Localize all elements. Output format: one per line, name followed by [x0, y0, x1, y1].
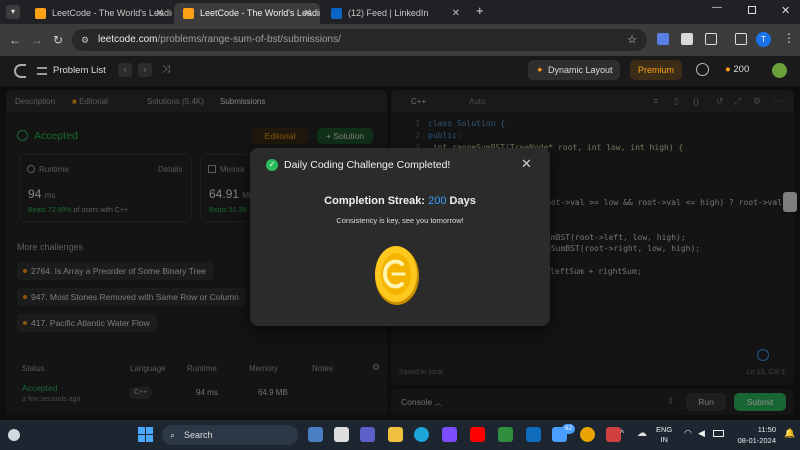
url-host: leetcode.com	[98, 34, 158, 45]
prev-problem-button[interactable]: ‹	[118, 63, 132, 77]
file-explorer-icon[interactable]	[388, 427, 403, 442]
notifications-icon[interactable]: 🔔	[784, 428, 795, 439]
menu-kebab-icon[interactable]: ⋮	[783, 31, 795, 45]
tab-title: (12) Feed | LinkedIn	[348, 8, 429, 18]
bookmark-star-icon[interactable]: ☆	[627, 29, 637, 51]
streak-count: 200	[733, 64, 750, 75]
volume-icon[interactable]: ◀	[698, 428, 705, 439]
search-icon: ⌕	[170, 430, 176, 440]
linkedin-favicon-icon	[331, 8, 342, 19]
browser-tab-linkedin[interactable]: (12) Feed | LinkedIn ✕	[322, 3, 468, 24]
clock-time: 11:50	[757, 425, 776, 434]
side-panel-icon[interactable]	[735, 33, 747, 45]
browser-tab-bar: ▾ LeetCode - The World's Leadin ✕ LeetCo…	[0, 0, 800, 24]
success-check-icon: ✓	[266, 159, 278, 171]
taskbar-app-icon[interactable]	[498, 427, 513, 442]
modal-title: Daily Coding Challenge Completed!	[284, 159, 451, 171]
start-tile	[146, 435, 153, 442]
url-path: /problems/range-sum-of-bst/submissions/	[157, 34, 341, 45]
start-button[interactable]	[138, 427, 153, 442]
modal-close-icon[interactable]: ✕	[521, 156, 532, 172]
mail-icon[interactable]	[526, 427, 541, 442]
start-tile	[146, 427, 153, 434]
streak-unit: Days	[449, 195, 476, 207]
shuffle-icon[interactable]: ⤨	[162, 64, 170, 75]
clock[interactable]: 11:50 08-01-2024	[730, 424, 776, 446]
language-indicator[interactable]: ENG IN	[656, 425, 672, 445]
leetcode-logo-icon[interactable]	[14, 64, 26, 78]
cloud-icon[interactable]: ☁	[637, 428, 647, 439]
next-problem-button[interactable]: ›	[138, 63, 152, 77]
taskbar-app-icon[interactable]	[308, 427, 323, 442]
streak-label: Completion Streak:	[324, 195, 426, 207]
weather-icon[interactable]	[8, 429, 20, 441]
wifi-icon[interactable]: ◠	[684, 428, 692, 439]
taskbar-search[interactable]: ⌕ Search	[162, 425, 298, 445]
taskbar-app-icon[interactable]	[606, 427, 621, 442]
lang-bottom: IN	[660, 435, 668, 444]
tab-list-dropdown-icon[interactable]: ▾	[6, 5, 20, 19]
browser-tab-leetcode-1[interactable]: LeetCode - The World's Leadin ✕	[26, 3, 172, 24]
premium-button[interactable]: Premium	[630, 60, 682, 80]
maximize-icon[interactable]	[748, 6, 756, 14]
back-icon[interactable]: ←	[9, 33, 21, 47]
gold-coin-icon	[375, 246, 419, 305]
profile-avatar[interactable]: T	[756, 32, 771, 47]
dynamic-layout-button[interactable]: ✦ Dynamic Layout	[528, 60, 620, 80]
dynamic-layout-label: Dynamic Layout	[548, 65, 613, 75]
clock-date: 08-01-2024	[737, 436, 776, 445]
close-icon[interactable]: ✕	[304, 3, 312, 24]
edge-icon[interactable]	[414, 427, 429, 442]
lang-top: ENG	[656, 425, 673, 434]
fire-icon: ●	[725, 64, 731, 75]
youtube-icon[interactable]	[470, 427, 485, 442]
windows-taskbar: ⌕ Search 62 ^ ☁ ENG IN ◠ ◀ 11:50 08-01-2…	[0, 420, 800, 450]
reload-icon[interactable]: ↻	[53, 33, 63, 47]
forward-icon[interactable]: →	[31, 33, 43, 47]
start-tile	[138, 435, 145, 442]
leetcode-favicon-icon	[35, 8, 46, 19]
timer-icon[interactable]	[696, 63, 709, 76]
new-tab-icon[interactable]: +	[476, 3, 484, 18]
taskbar-app-icon[interactable]	[442, 427, 457, 442]
extension-icon[interactable]	[681, 33, 693, 45]
chrome-icon[interactable]	[580, 427, 595, 442]
close-icon[interactable]: ✕	[156, 3, 164, 24]
leetcode-header: Problem List ‹ › ⤨ ✦ Dynamic Layout Prem…	[0, 56, 800, 86]
minimize-icon[interactable]: —	[712, 2, 722, 13]
browser-toolbar: ← → ↻ ⚙ leetcode.com/problems/range-sum-…	[0, 24, 800, 56]
problem-list-icon[interactable]	[37, 67, 47, 75]
daily-challenge-modal: ✓ Daily Coding Challenge Completed! ✕ Co…	[250, 148, 550, 326]
tab-title: LeetCode - The World's Leadin	[52, 8, 172, 18]
streak-value: 200	[428, 195, 447, 207]
tab-title: LeetCode - The World's Leadin	[200, 8, 320, 18]
browser-tab-leetcode-2[interactable]: LeetCode - The World's Leadin ✕	[174, 3, 320, 24]
taskbar-app-icon[interactable]	[334, 427, 349, 442]
tray-chevron-icon[interactable]: ^	[620, 428, 624, 438]
notification-badge: 62	[562, 424, 576, 434]
window-close-icon[interactable]: ✕	[781, 4, 790, 17]
taskbar-app-icon[interactable]	[360, 427, 375, 442]
site-info-icon[interactable]: ⚙	[81, 29, 89, 51]
search-label: Search	[184, 430, 213, 440]
extension-icon[interactable]	[657, 33, 669, 45]
modal-message: Consistency is key, see you tomorrow!	[336, 216, 464, 225]
start-tile	[138, 427, 145, 434]
user-avatar[interactable]	[772, 63, 787, 78]
extensions-puzzle-icon[interactable]	[705, 33, 717, 45]
leetcode-favicon-icon	[183, 8, 194, 19]
layout-icon: ✦	[536, 65, 544, 75]
streak-counter[interactable]: ● 200	[725, 64, 749, 75]
battery-icon[interactable]	[713, 430, 724, 437]
problem-list-link[interactable]: Problem List	[53, 65, 106, 76]
address-bar[interactable]: ⚙ leetcode.com/problems/range-sum-of-bst…	[72, 29, 647, 51]
streak-line: Completion Streak: 200 Days	[250, 195, 550, 207]
close-icon[interactable]: ✕	[452, 3, 460, 24]
